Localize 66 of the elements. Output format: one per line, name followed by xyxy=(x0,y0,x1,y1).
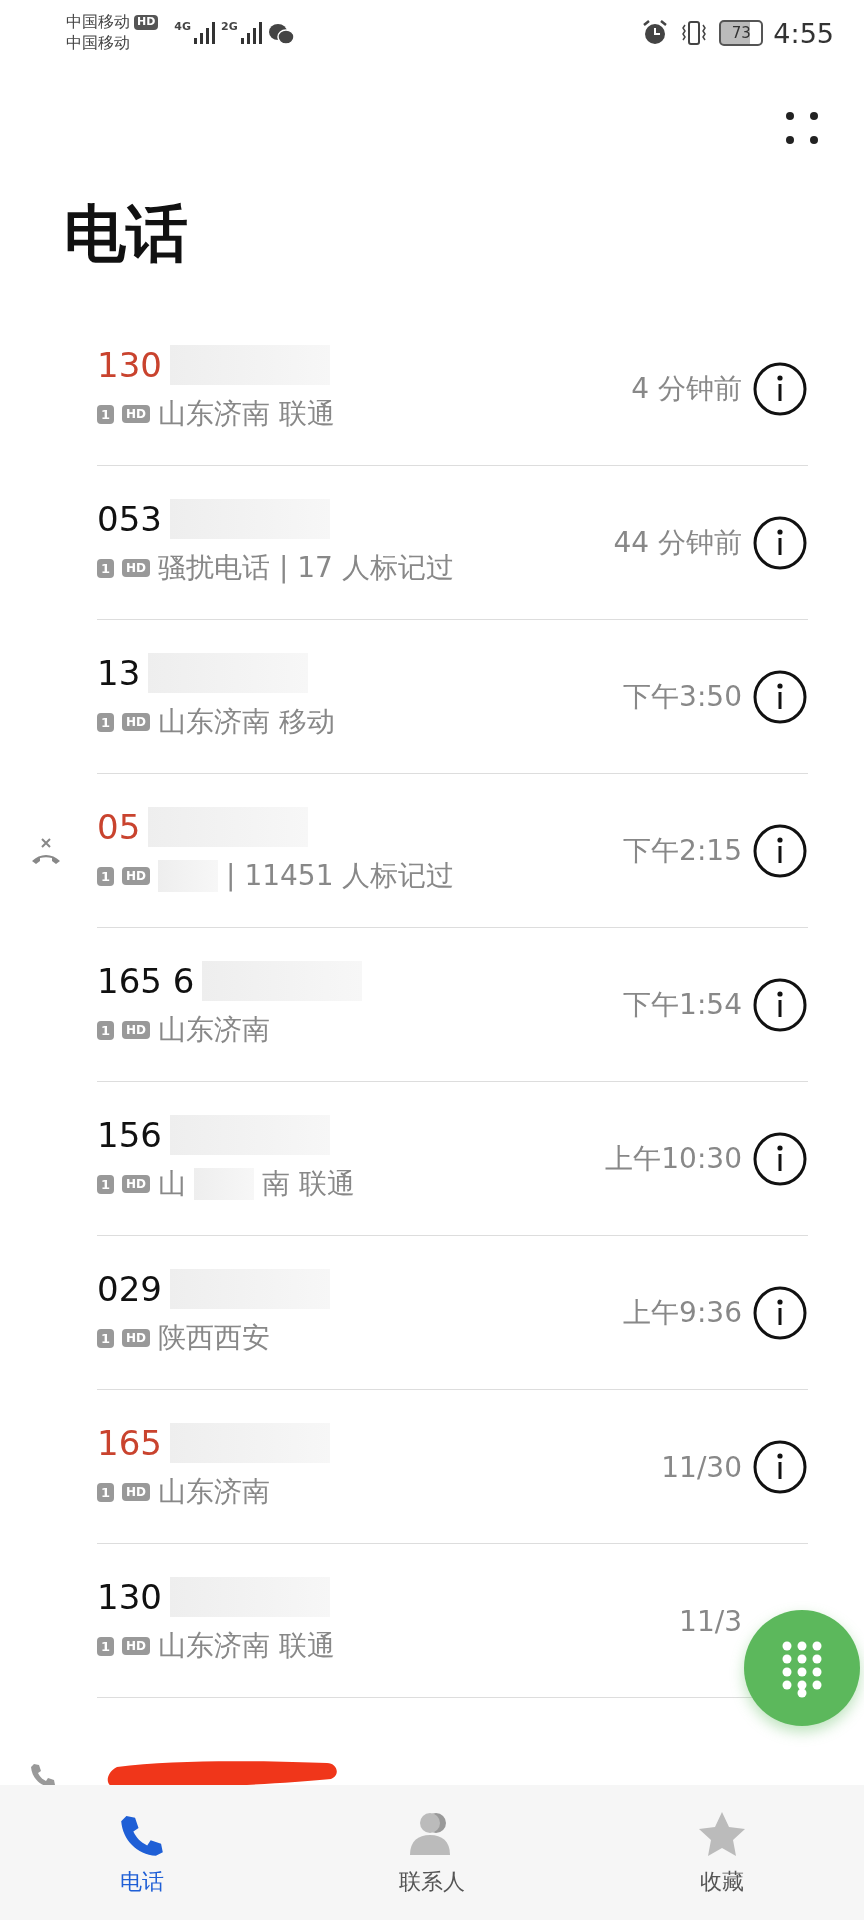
info-icon[interactable] xyxy=(752,1439,808,1495)
call-time: 下午3:50 xyxy=(623,679,742,715)
battery-icon: 73 xyxy=(719,20,764,46)
call-time: 上午9:36 xyxy=(623,1295,742,1331)
nav-tab[interactable]: 联系人 xyxy=(399,1808,465,1897)
hd-badge: HD xyxy=(122,867,151,885)
call-location: 陕西西安 xyxy=(158,1320,271,1356)
info-icon[interactable] xyxy=(752,361,808,417)
nav-tab[interactable]: 电话 xyxy=(115,1808,168,1897)
hd-badge: HD xyxy=(122,1483,151,1501)
hd-badge: HD xyxy=(122,1021,151,1039)
network-type: 2G xyxy=(221,20,238,33)
phone-number: 053 xyxy=(97,499,162,539)
call-time: 上午10:30 xyxy=(605,1141,742,1177)
call-location: | 11451 人标记过 xyxy=(226,858,455,894)
call-location: 山东济南 xyxy=(158,1012,271,1048)
sim-badge: 1 xyxy=(97,1482,115,1502)
hd-badge: HD xyxy=(122,1329,151,1347)
phone-number: 130 xyxy=(97,1577,162,1617)
call-location: 山东济南 xyxy=(158,1474,271,1510)
network-type: 4G xyxy=(174,20,192,33)
call-time: 11/30 xyxy=(661,1450,742,1484)
call-location: 山 xyxy=(158,1166,187,1202)
call-time: 11/3 xyxy=(679,1604,742,1638)
sim-badge: 1 xyxy=(97,1020,115,1040)
call-location: 山东济南 移动 xyxy=(158,704,335,740)
sim-badge: 1 xyxy=(97,404,115,424)
info-icon[interactable] xyxy=(752,515,808,571)
phone-number: 165 6 xyxy=(97,961,195,1001)
call-time: 下午1:54 xyxy=(623,987,742,1023)
call-location: 山东济南 联通 xyxy=(158,1628,335,1664)
sim-badge: 1 xyxy=(97,1328,115,1348)
chat-bubbles-icon xyxy=(267,22,296,46)
phone-number: 05 xyxy=(97,807,141,847)
sim-badge: 1 xyxy=(97,558,115,578)
nav-tab[interactable]: 收藏 xyxy=(696,1808,749,1897)
sim-badge: 1 xyxy=(97,866,115,886)
hd-badge: HD xyxy=(122,1637,151,1655)
phone-number: 165 xyxy=(97,1423,162,1463)
hd-badge: HD xyxy=(122,713,151,731)
carrier-name: 中国移动 xyxy=(66,33,131,54)
status-time: 4:55 xyxy=(773,17,834,49)
hd-badge: HD xyxy=(122,1175,151,1193)
call-location: 南 联通 xyxy=(262,1166,355,1202)
info-icon[interactable] xyxy=(752,823,808,879)
sim-badge: 1 xyxy=(97,712,115,732)
carrier-name: 中国移动 xyxy=(66,12,130,33)
sim-badge: 1 xyxy=(97,1174,115,1194)
info-icon[interactable] xyxy=(752,1131,808,1187)
phone-number: 029 xyxy=(97,1269,162,1309)
phone-number: 130 xyxy=(97,345,162,385)
hd-badge: HD xyxy=(122,559,151,577)
hd-badge: HD xyxy=(122,405,151,423)
hd-badge: HD xyxy=(134,15,159,30)
info-icon[interactable] xyxy=(752,977,808,1033)
call-location: 山东济南 联通 xyxy=(158,396,335,432)
phone-number: 156 xyxy=(97,1115,162,1155)
page-title: 电话 xyxy=(64,196,189,272)
call-location: 骚扰电话 | 17 人标记过 xyxy=(158,550,454,586)
info-icon[interactable] xyxy=(752,669,808,725)
info-icon[interactable] xyxy=(752,1285,808,1341)
call-time: 下午2:15 xyxy=(623,833,742,869)
call-time: 44 分钟前 xyxy=(613,525,742,561)
sim-badge: 1 xyxy=(97,1636,115,1656)
phone-number: 13 xyxy=(97,653,141,693)
call-time: 4 分钟前 xyxy=(631,371,742,407)
